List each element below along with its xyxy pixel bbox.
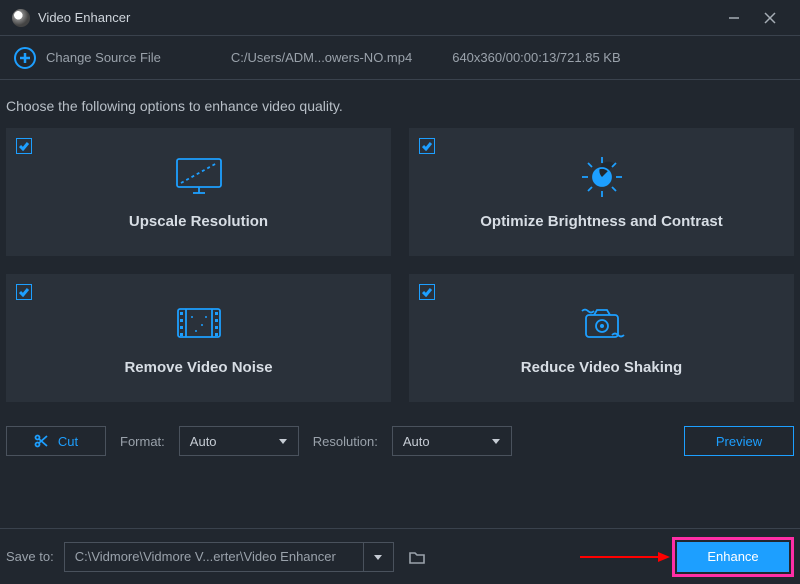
format-select[interactable]: Auto: [179, 426, 299, 456]
chevron-down-icon: [373, 552, 383, 562]
open-folder-button[interactable]: [402, 542, 432, 572]
options-grid: Upscale Resolution Optimize Brightness a…: [0, 128, 800, 402]
app-title: Video Enhancer: [38, 10, 716, 25]
card-upscale-resolution[interactable]: Upscale Resolution: [6, 128, 391, 256]
card-optimize-brightness[interactable]: Optimize Brightness and Contrast: [409, 128, 794, 256]
cut-button[interactable]: Cut: [6, 426, 106, 456]
film-icon: [174, 301, 224, 345]
instruction-text: Choose the following options to enhance …: [0, 80, 800, 128]
card-label: Optimize Brightness and Contrast: [480, 213, 723, 230]
app-icon: [12, 9, 30, 27]
chevron-down-icon: [491, 436, 501, 446]
format-label: Format:: [120, 434, 165, 449]
resolution-label: Resolution:: [313, 434, 378, 449]
controls-row: Cut Format: Auto Resolution: Auto Previe…: [0, 402, 800, 456]
checkbox-noise[interactable]: [16, 284, 32, 300]
titlebar: Video Enhancer: [0, 0, 800, 36]
resolution-value: Auto: [403, 434, 430, 449]
cut-label: Cut: [58, 434, 78, 449]
folder-icon: [408, 548, 426, 566]
checkbox-brightness[interactable]: [419, 138, 435, 154]
source-meta: 640x360/00:00:13/721.85 KB: [452, 50, 620, 65]
preview-button[interactable]: Preview: [684, 426, 794, 456]
resolution-select[interactable]: Auto: [392, 426, 512, 456]
save-to-label: Save to:: [6, 549, 54, 564]
bottom-bar: Save to: C:\Vidmore\Vidmore V...erter\Vi…: [0, 528, 800, 584]
chevron-down-icon: [278, 436, 288, 446]
brightness-icon: [578, 155, 626, 199]
save-path-field[interactable]: C:\Vidmore\Vidmore V...erter\Video Enhan…: [64, 542, 364, 572]
card-label: Upscale Resolution: [129, 213, 268, 230]
add-source-icon[interactable]: [14, 47, 36, 69]
camera-shake-icon: [574, 301, 630, 345]
change-source-link[interactable]: Change Source File: [46, 50, 161, 65]
annotation-highlight: Enhance: [672, 537, 794, 577]
source-bar: Change Source File C:/Users/ADM...owers-…: [0, 36, 800, 80]
card-label: Reduce Video Shaking: [521, 359, 682, 376]
card-label: Remove Video Noise: [124, 359, 272, 376]
monitor-icon: [173, 155, 225, 199]
checkbox-shaking[interactable]: [419, 284, 435, 300]
source-path: C:/Users/ADM...owers-NO.mp4: [231, 50, 412, 65]
card-reduce-shaking[interactable]: Reduce Video Shaking: [409, 274, 794, 402]
close-button[interactable]: [752, 0, 788, 36]
minimize-button[interactable]: [716, 0, 752, 36]
checkbox-upscale[interactable]: [16, 138, 32, 154]
scissors-icon: [34, 434, 48, 448]
save-path-dropdown[interactable]: [364, 542, 394, 572]
annotation-arrow: [580, 550, 670, 564]
enhance-button[interactable]: Enhance: [677, 542, 789, 572]
card-remove-noise[interactable]: Remove Video Noise: [6, 274, 391, 402]
format-value: Auto: [190, 434, 217, 449]
